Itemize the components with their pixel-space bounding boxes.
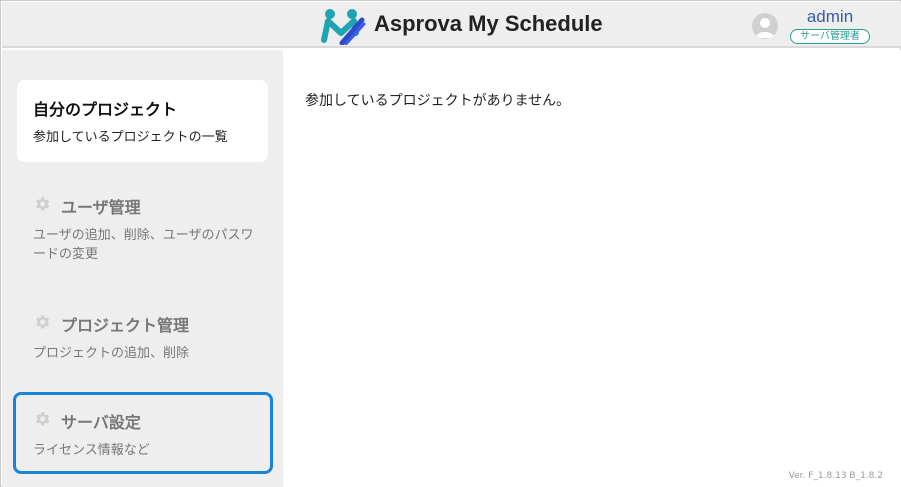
sidebar-item-user-management[interactable]: ユーザ管理 ユーザの追加、削除、ユーザのパスワードの変更 <box>17 186 268 286</box>
gear-icon <box>36 412 50 426</box>
sidebar-item-my-projects[interactable]: 自分のプロジェクト 参加しているプロジェクトの一覧 <box>17 80 268 162</box>
sidebar-item-description: ライセンス情報など <box>33 443 150 458</box>
gear-icon <box>36 197 50 211</box>
sidebar-item-description: 参加しているプロジェクトの一覧 <box>33 130 228 145</box>
sidebar-item-description: ユーザの追加、削除、ユーザのパスワードの変更 <box>33 228 254 262</box>
empty-projects-message: 参加しているプロジェクトがありません。 <box>305 93 571 109</box>
sidebar-item-description: プロジェクトの追加、削除 <box>33 346 190 361</box>
sidebar: 自分のプロジェクト 参加しているプロジェクトの一覧 ユーザ管理 ユーザの追加、削… <box>2 50 283 487</box>
app-window: Asprova My Schedule admin サーバ管理者 自分のプロジェ… <box>0 0 901 487</box>
top-bar: Asprova My Schedule admin サーバ管理者 <box>2 2 901 48</box>
sidebar-item-title: ユーザ管理 <box>61 198 141 217</box>
sidebar-item-project-management[interactable]: プロジェクト管理 プロジェクトの追加、削除 <box>17 304 268 374</box>
gear-icon <box>36 315 50 329</box>
asprova-logo-icon <box>321 9 366 45</box>
sidebar-item-title: 自分のプロジェクト <box>33 100 178 119</box>
sidebar-item-title: サーバ設定 <box>61 413 141 432</box>
user-avatar-icon[interactable] <box>752 13 778 39</box>
sidebar-item-server-settings[interactable]: サーバ設定 ライセンス情報など <box>13 392 273 474</box>
main-content: 参加しているプロジェクトがありません。 Ver. F_1.8.13 B_1.8.… <box>283 50 901 487</box>
app-title: Asprova My Schedule <box>374 11 603 36</box>
role-badge: サーバ管理者 <box>790 29 870 44</box>
sidebar-item-title: プロジェクト管理 <box>61 316 190 335</box>
version-label: Ver. F_1.8.13 B_1.8.2 <box>788 471 883 481</box>
user-name-link[interactable]: admin <box>790 7 870 27</box>
